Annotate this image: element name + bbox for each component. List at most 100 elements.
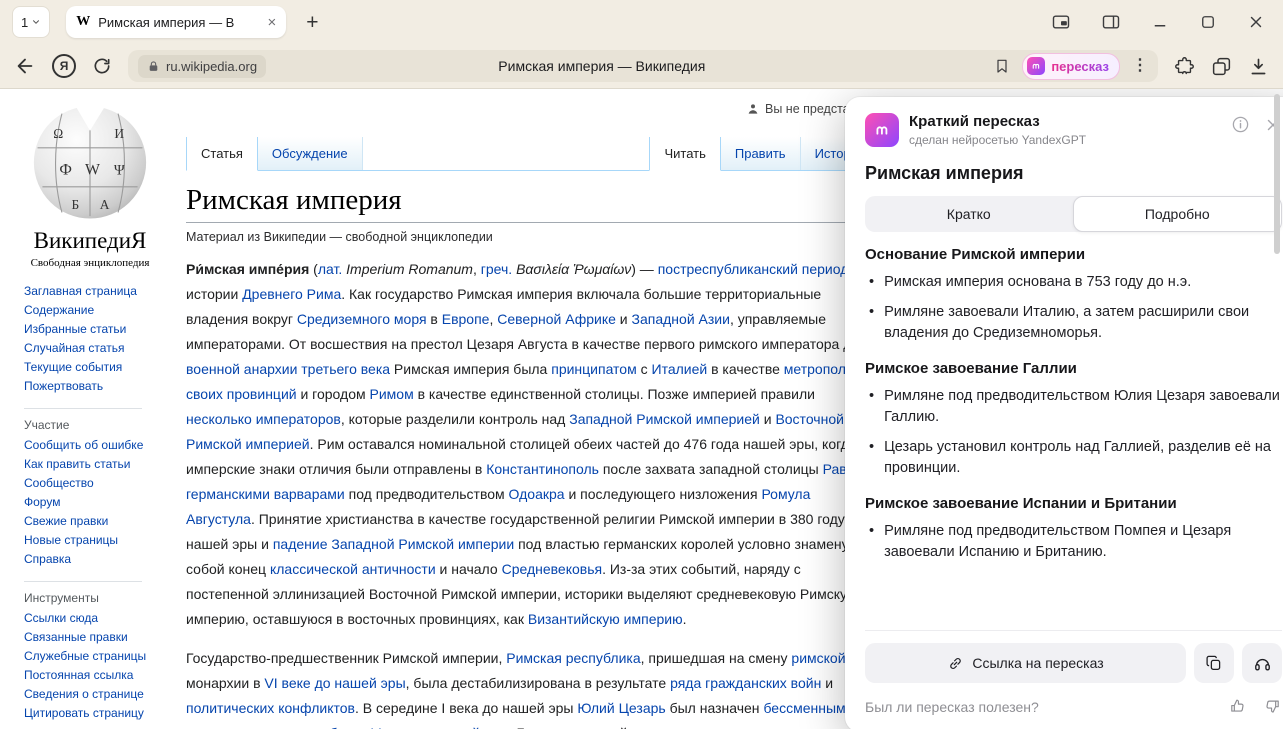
article-link[interactable]: падение Западной Римской империи <box>273 536 514 552</box>
minimize-icon[interactable] <box>1151 13 1169 31</box>
sidebar-link[interactable]: Справка <box>24 550 180 569</box>
article-link[interactable]: лат. <box>318 261 342 277</box>
article-link[interactable]: Одоакра <box>509 486 565 502</box>
thumb-down-icon[interactable] <box>1263 697 1282 716</box>
article-link[interactable]: Западной Римской империей <box>569 411 760 427</box>
sidebar-link[interactable]: Ссылки сюда <box>24 609 180 628</box>
article-link[interactable]: принципатом <box>551 361 636 377</box>
sidebar-link[interactable]: Сообщество <box>24 474 180 493</box>
article-link[interactable]: Юлий Цезарь <box>577 700 665 716</box>
pereskaz-button[interactable]: пересказ <box>1022 53 1120 80</box>
tab-edit[interactable]: Править <box>721 137 801 170</box>
article-link[interactable]: Византийскую империю <box>528 611 683 627</box>
side-panel-icon[interactable] <box>1101 12 1121 32</box>
picture-in-picture-icon[interactable] <box>1051 12 1071 32</box>
sidebar-link[interactable]: Текущие события <box>24 358 180 377</box>
article-link[interactable]: VI веке до нашей эры <box>264 675 405 691</box>
thumb-up-icon[interactable] <box>1228 697 1247 716</box>
tab-group-counter[interactable]: 1 <box>12 6 50 38</box>
wiki-content: Вы не представились системе Статья Обсуж… <box>186 89 880 729</box>
page-scrollbar[interactable] <box>1274 94 1280 254</box>
sidebar-link[interactable]: Заглавная страница <box>24 282 180 301</box>
article-link[interactable]: Средневековья <box>502 561 603 577</box>
wikipedia-page: Ω И Ф W Ψ Б А ВикипедиЯ Свободная энцикл… <box>0 89 1283 729</box>
sidebar-link[interactable]: Как править статьи <box>24 455 180 474</box>
wikipedia-wordmark[interactable]: ВикипедиЯ <box>25 228 155 254</box>
maximize-icon[interactable] <box>1199 13 1217 31</box>
sidebar-link[interactable]: Сообщить об ошибке <box>24 436 180 455</box>
tab-close-icon[interactable]: × <box>267 15 276 30</box>
menu-dots-icon[interactable]: ⋮ <box>1132 58 1148 74</box>
listen-button[interactable] <box>1242 643 1282 683</box>
sidebar-link[interactable]: Сведения о странице <box>24 685 180 704</box>
info-icon[interactable] <box>1231 115 1250 134</box>
sidebar-link[interactable]: Новые страницы <box>24 531 180 550</box>
sidebar-link[interactable]: Служебные страницы <box>24 647 180 666</box>
new-tab-button[interactable]: + <box>300 11 324 34</box>
panel-title: Краткий пересказ <box>909 113 1221 130</box>
svg-text:Б: Б <box>72 197 80 212</box>
toggle-brief[interactable]: Кратко <box>865 196 1073 232</box>
summary-section: Римское завоевание Галлии Римляне под пр… <box>865 360 1282 479</box>
article-link[interactable]: ряда гражданских войн <box>670 675 821 691</box>
article-link[interactable]: Северной Африке <box>497 311 616 327</box>
article-link[interactable]: убит <box>322 725 351 729</box>
close-window-icon[interactable] <box>1247 13 1265 31</box>
sidebar-section-participation: Участие <box>24 408 142 432</box>
bookmark-icon[interactable] <box>994 58 1010 74</box>
extensions-puzzle-icon[interactable] <box>1174 56 1195 77</box>
article-link[interactable]: 44 году до нашей эры <box>367 725 509 729</box>
article-link[interactable]: проскрипции <box>661 725 744 729</box>
browser-tab[interactable]: W Римская империя — В × <box>66 6 286 38</box>
article-link[interactable]: римской <box>791 650 845 666</box>
summary-article-title: Римская империя <box>865 163 1282 184</box>
summary-section-heading: Основание Римской империи <box>865 246 1282 263</box>
summary-link-button[interactable]: Ссылка на пересказ <box>865 643 1186 683</box>
article-link[interactable]: Италией <box>652 361 708 377</box>
url-chip[interactable]: ru.wikipedia.org <box>138 55 266 78</box>
download-icon[interactable] <box>1248 56 1269 77</box>
sidebar-link[interactable]: Свежие правки <box>24 512 180 531</box>
collections-icon[interactable] <box>1211 56 1232 77</box>
article-link[interactable]: германскими варварами <box>186 486 345 502</box>
svg-text:Ω: Ω <box>53 126 63 141</box>
article-link[interactable]: греч. <box>481 261 512 277</box>
article-link[interactable]: Константинополь <box>486 461 599 477</box>
article-link[interactable]: Западной Азии <box>632 311 730 327</box>
yandex-home-icon[interactable]: Я <box>52 54 76 78</box>
copy-summary-button[interactable] <box>1194 643 1234 683</box>
tab-discussion[interactable]: Обсуждение <box>258 137 363 170</box>
wiki-sidebar: Ω И Ф W Ψ Б А ВикипедиЯ Свободная энцикл… <box>0 89 180 723</box>
article-link[interactable]: политических конфликтов <box>186 700 355 716</box>
panel-header: Краткий пересказ сделан нейросетью Yande… <box>865 113 1282 147</box>
toggle-detailed[interactable]: Подробно <box>1073 196 1283 232</box>
sidebar-nav-tools: Ссылки сюдаСвязанные правкиСлужебные стр… <box>0 607 180 723</box>
sidebar-link[interactable]: Случайная статья <box>24 339 180 358</box>
sidebar-link[interactable]: Форум <box>24 493 180 512</box>
tab-article[interactable]: Статья <box>186 137 258 171</box>
article-link[interactable]: Средиземного моря <box>297 311 427 327</box>
sidebar-link[interactable]: Связанные правки <box>24 628 180 647</box>
article-link[interactable]: постреспубликанский период <box>658 261 849 277</box>
article-link[interactable]: Древнего Рима <box>242 286 341 302</box>
article-link[interactable]: военной анархии третьего века <box>186 361 390 377</box>
article-link[interactable]: Европе <box>442 311 490 327</box>
sidebar-link[interactable]: Постоянная ссылка <box>24 666 180 685</box>
copy-icon <box>1205 654 1223 672</box>
article-link[interactable]: классической античности <box>270 561 436 577</box>
sidebar-link[interactable]: Цитировать страницу <box>24 704 180 723</box>
browser-tab-bar: 1 W Римская империя — В × + <box>0 0 1283 44</box>
article-link[interactable]: Римом <box>370 386 414 402</box>
address-bar[interactable]: ru.wikipedia.org Римская империя — Викип… <box>128 50 1158 82</box>
tab-read[interactable]: Читать <box>649 137 720 171</box>
summary-bullet: Римляне под предводительством Помпея и Ц… <box>865 521 1282 563</box>
sidebar-link[interactable]: Пожертвовать <box>24 377 180 396</box>
sidebar-link[interactable]: Избранные статьи <box>24 320 180 339</box>
wikipedia-tagline: Свободная энциклопедия <box>25 257 155 269</box>
back-icon[interactable] <box>14 55 36 77</box>
article-link[interactable]: Римская республика <box>506 650 640 666</box>
refresh-icon[interactable] <box>92 56 112 76</box>
wikipedia-globe-logo[interactable]: Ω И Ф W Ψ Б А <box>29 99 151 221</box>
article-link[interactable]: несколько императоров <box>186 411 341 427</box>
sidebar-link[interactable]: Содержание <box>24 301 180 320</box>
